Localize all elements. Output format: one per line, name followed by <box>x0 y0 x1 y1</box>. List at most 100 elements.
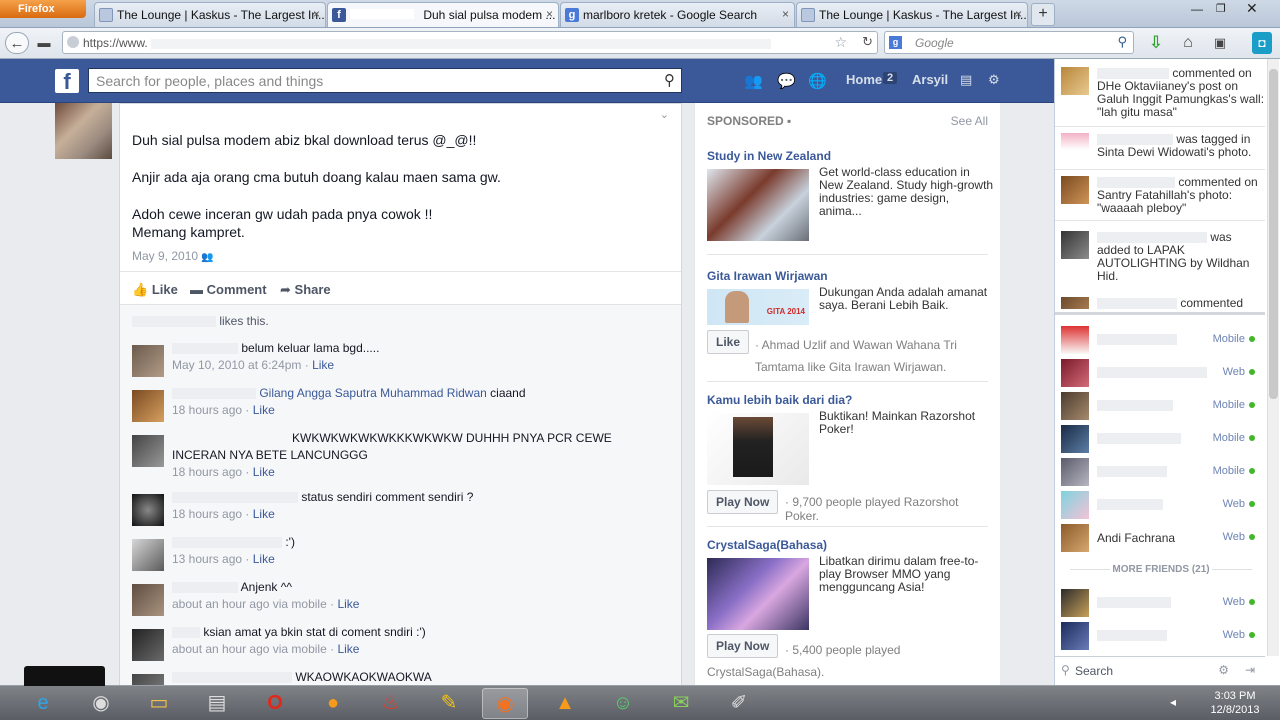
chat-friend[interactable]: Web <box>1061 359 1261 387</box>
minimized-window-tab[interactable] <box>24 666 105 686</box>
volume-icon[interactable]: ◂ <box>1170 695 1176 709</box>
bookmarks-icon[interactable]: ▬ <box>32 32 56 54</box>
pop-out-icon[interactable]: ⇥ <box>1245 663 1255 677</box>
politician-ad-image[interactable]: GITA 2014 <box>707 289 809 325</box>
ticker-chat-splitter[interactable] <box>1055 312 1265 315</box>
download-icon[interactable]: ⇩ <box>1144 32 1168 54</box>
paint-icon[interactable]: ✐ <box>716 688 762 719</box>
url-bar[interactable]: https://www. ☆ ↻ <box>62 31 878 54</box>
search-bar[interactable]: g Google ⚲ <box>884 31 1134 54</box>
tab-google-search[interactable]: g marlboro kretek - Google Search × <box>560 2 795 27</box>
tab-facebook[interactable]: f Duh sial pulsa modem ... × <box>327 2 559 27</box>
play-now-button[interactable]: Play Now <box>707 490 779 514</box>
opera-icon[interactable]: O <box>252 688 298 719</box>
like-button[interactable]: 👍 Like <box>132 282 178 298</box>
comment-time[interactable]: about an hour ago via mobile <box>172 597 327 611</box>
search-icon[interactable]: ⚲ <box>1117 34 1127 50</box>
folder-icon[interactable]: ▭ <box>136 688 182 719</box>
gear-icon[interactable]: ⚙ <box>1218 663 1229 677</box>
sync-icon[interactable]: ◘ <box>1252 32 1272 54</box>
comment-like-link[interactable]: Like <box>253 552 275 566</box>
ticker-item[interactable]: commented on Santry Fatahillah's photo: … <box>1061 176 1271 216</box>
ticker-item[interactable]: was tagged in Sinta Dewi Widowati's phot… <box>1061 133 1271 169</box>
ticker-item[interactable]: commented <box>1061 297 1271 311</box>
ad-title[interactable]: CrystalSaga(Bahasa) <box>707 538 827 552</box>
tagged-name-link[interactable]: Gilang Angga Saputra Muhammad Ridwan <box>259 386 486 400</box>
avatar[interactable] <box>132 435 164 467</box>
tab-kaskus-1[interactable]: The Lounge | Kaskus - The Largest In... … <box>94 2 326 27</box>
flame-app-icon[interactable]: ♨ <box>368 688 414 719</box>
chat-friend[interactable]: Web <box>1061 622 1261 650</box>
close-icon[interactable]: × <box>1015 7 1022 21</box>
chat-friend[interactable]: Andi Fachrana Web <box>1061 524 1261 552</box>
chat-friend[interactable]: Mobile <box>1061 392 1261 420</box>
avatar[interactable] <box>132 494 164 526</box>
notifications-icon[interactable]: 🌐 <box>808 72 827 90</box>
facebook-logo[interactable]: f <box>55 69 79 94</box>
home-link[interactable]: Home <box>846 72 882 87</box>
comment-time[interactable]: about an hour ago via mobile <box>172 642 327 656</box>
search-icon[interactable]: ⚲ <box>664 71 675 89</box>
system-clock[interactable]: 3:03 PM 12/8/2013 <box>1205 689 1265 717</box>
home-icon[interactable]: ⌂ <box>1176 32 1200 54</box>
motorbike-ad-image[interactable] <box>707 169 809 241</box>
see-all-link[interactable]: See All <box>951 114 988 128</box>
tab-kaskus-2[interactable]: The Lounge | Kaskus - The Largest In... … <box>796 2 1028 27</box>
computer-icon[interactable]: ▤ <box>194 688 240 719</box>
comment-time[interactable]: 18 hours ago <box>172 403 242 417</box>
avatar[interactable] <box>132 674 164 685</box>
ticker-item[interactable]: was added to LAPAK AUTOLIGHTING by Wildh… <box>1061 231 1271 283</box>
restore-icon[interactable]: ❐ <box>1216 2 1226 15</box>
ticker-item[interactable]: commented on DHe Oktaviianey's post on G… <box>1061 67 1271 127</box>
comment-time[interactable]: 13 hours ago <box>172 552 242 566</box>
chat-friend[interactable]: Web <box>1061 589 1261 617</box>
internet-explorer-icon[interactable]: e <box>20 688 66 719</box>
chat-friend[interactable]: Mobile <box>1061 425 1261 453</box>
firefox-menu-button[interactable]: Firefox <box>0 0 86 18</box>
ad-title[interactable]: Study in New Zealand <box>707 149 831 163</box>
ad-title[interactable]: Kamu lebih baik dari dia? <box>707 393 852 407</box>
friend-requests-icon[interactable]: 👥 <box>744 72 763 90</box>
avatar[interactable] <box>132 345 164 377</box>
firefox-taskbar-icon[interactable]: ◉ <box>482 688 528 719</box>
close-icon[interactable]: × <box>313 7 320 21</box>
ad-title[interactable]: Gita Irawan Wirjawan <box>707 269 828 283</box>
network-app-icon[interactable]: ✉ <box>658 688 704 719</box>
avatar[interactable] <box>132 390 164 422</box>
profile-link[interactable]: Arsyil <box>912 72 948 87</box>
messages-icon[interactable]: 💬 <box>777 72 796 90</box>
comment-time[interactable]: 18 hours ago <box>172 507 242 521</box>
avatar[interactable] <box>132 629 164 661</box>
facebook-search-input[interactable]: Search for people, places and things ⚲ <box>88 68 682 93</box>
chevron-down-icon[interactable]: ⌄ <box>660 108 669 121</box>
comment-like-link[interactable]: Like <box>253 507 275 521</box>
crystalsaga-ad-image[interactable] <box>707 558 809 630</box>
comment-like-link[interactable]: Like <box>337 642 359 656</box>
gear-icon[interactable]: ⚙ <box>988 72 1000 88</box>
comment-time[interactable]: 18 hours ago <box>172 465 242 479</box>
google-search-engine-icon[interactable]: g <box>889 36 902 49</box>
star-icon[interactable]: ☆ <box>834 34 847 51</box>
close-icon[interactable]: × <box>782 7 789 21</box>
puzzle-app-icon[interactable]: ✎ <box>426 688 472 719</box>
minimize-icon[interactable]: — <box>1191 2 1203 16</box>
like-page-button[interactable]: Like <box>707 330 750 354</box>
audience-icon[interactable]: 👥 <box>201 252 213 263</box>
comment-like-link[interactable]: Like <box>253 465 275 479</box>
chat-app-icon[interactable]: ☺ <box>600 688 646 719</box>
close-window-icon[interactable]: ✕ <box>1246 0 1258 17</box>
post-date[interactable]: May 9, 2010 👥 <box>132 249 214 263</box>
profile-picture[interactable] <box>55 103 112 159</box>
back-arrow-icon[interactable]: ← <box>5 32 29 54</box>
media-player-icon[interactable]: ● <box>310 688 356 719</box>
chat-friend[interactable]: Mobile <box>1061 326 1261 354</box>
avatar[interactable] <box>132 584 164 616</box>
privacy-shortcuts-icon[interactable]: ▤ <box>960 72 972 88</box>
reload-icon[interactable]: ↻ <box>862 34 873 50</box>
comment-like-link[interactable]: Like <box>337 597 359 611</box>
chat-friend[interactable]: Web <box>1061 491 1261 519</box>
share-button[interactable]: ➦ Share <box>280 282 331 298</box>
vlc-icon[interactable]: ▲ <box>542 688 588 719</box>
comment-time[interactable]: May 10, 2010 at 6:24pm <box>172 358 301 372</box>
scrollbar[interactable] <box>1267 59 1279 656</box>
